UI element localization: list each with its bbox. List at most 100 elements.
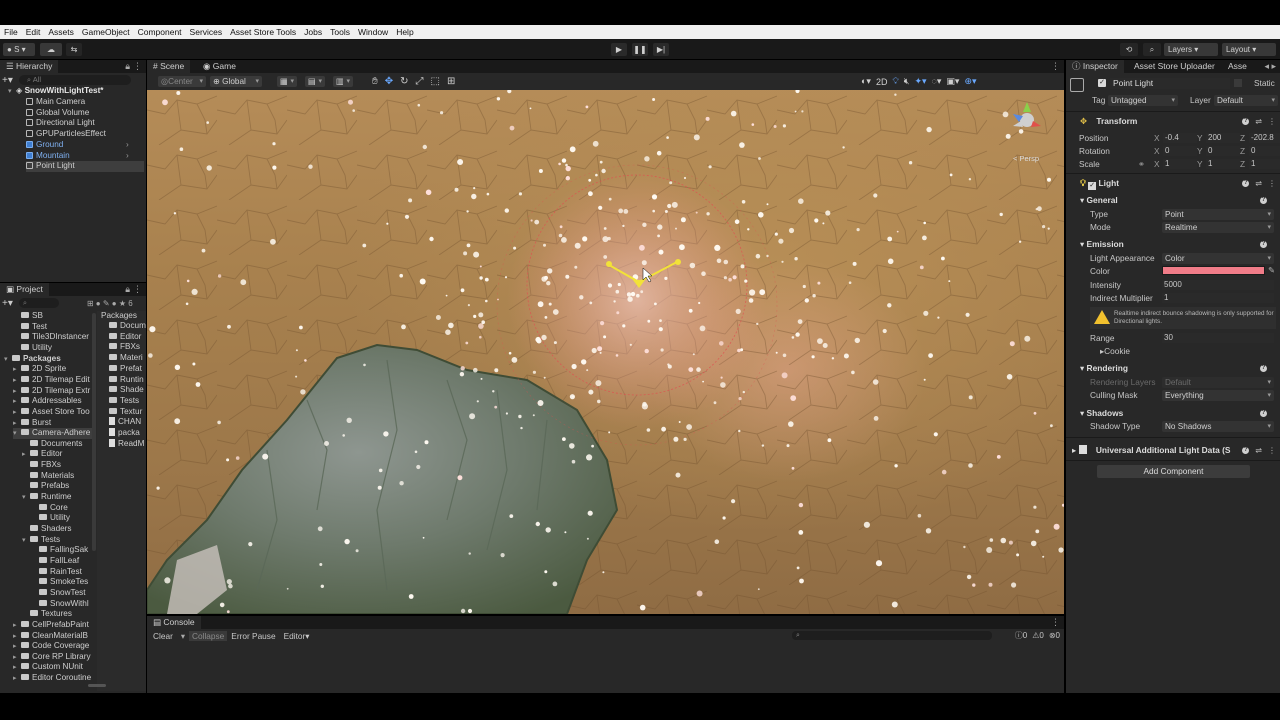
link-icon[interactable]: ⚭ xyxy=(1138,158,1145,170)
project-folder[interactable]: ▸ Custom NUnit xyxy=(13,662,83,673)
project-folder[interactable]: Core xyxy=(31,503,68,514)
lock-icon[interactable]: 🔒︎ xyxy=(125,61,130,72)
help-icon[interactable]: ? xyxy=(1260,197,1267,204)
project-folder[interactable]: ▸ Asset Store Too xyxy=(13,407,90,418)
hierarchy-item[interactable]: Global Volume xyxy=(26,108,89,119)
menu-item-file[interactable]: File xyxy=(0,25,22,39)
menu-item-help[interactable]: Help xyxy=(392,25,417,39)
prefab-open-icon[interactable]: › xyxy=(126,140,129,151)
general-foldout[interactable]: ▾ General xyxy=(1080,194,1118,207)
position-x-axis-label[interactable]: X xyxy=(1154,132,1160,144)
project-file[interactable]: CHAN xyxy=(109,417,141,428)
transform-header[interactable]: ✥ Transform xyxy=(1080,115,1137,128)
light-enabled-checkbox[interactable]: ✓ xyxy=(1088,182,1097,190)
tag-dropdown[interactable]: Untagged xyxy=(1108,95,1178,106)
project-folder[interactable]: Materi xyxy=(109,353,143,364)
position-z-field[interactable]: -202.8 xyxy=(1249,133,1280,143)
scale-x-field[interactable]: 1 xyxy=(1163,159,1197,169)
type-dropdown[interactable]: Point xyxy=(1162,209,1274,220)
rotation-x-field[interactable]: 0 xyxy=(1163,146,1197,156)
indirect-field[interactable]: 1 xyxy=(1162,293,1274,303)
project-folder[interactable]: FallLeaf xyxy=(31,556,79,567)
history-icon[interactable]: ⟲ xyxy=(1120,43,1138,56)
project-folder[interactable]: ▸ 2D Tilemap Edit xyxy=(13,375,90,386)
project-folder[interactable]: ▸ Core RP Library xyxy=(13,652,91,663)
rotation-y-axis-label[interactable]: Y xyxy=(1197,145,1203,157)
range-field[interactable]: 30 xyxy=(1162,333,1274,343)
step-button[interactable]: ▶| xyxy=(653,43,669,56)
hierarchy-item[interactable]: Directional Light xyxy=(26,118,95,129)
project-folder[interactable]: Runtin xyxy=(109,375,144,386)
menu-item-services[interactable]: Services xyxy=(186,25,227,39)
pivot-center-dropdown[interactable]: ◎Center xyxy=(158,76,206,87)
clear-button[interactable]: Clear xyxy=(149,631,177,641)
tree-scrollbar[interactable] xyxy=(92,313,96,551)
tab-inspector[interactable]: ⓘ Inspector xyxy=(1066,60,1124,73)
menu-item-asset-store-tools[interactable]: Asset Store Tools xyxy=(226,25,300,39)
add-icon[interactable]: +▾ xyxy=(2,298,13,309)
project-folder[interactable]: SB xyxy=(13,311,43,322)
project-breadcrumb[interactable]: Packages xyxy=(101,311,137,322)
project-folder[interactable]: ▸ CleanMaterialB xyxy=(13,631,88,642)
appearance-dropdown[interactable]: Color xyxy=(1162,253,1274,264)
add-component-button[interactable]: Add Component xyxy=(1097,465,1250,478)
preset-icon[interactable]: ⇌ xyxy=(1255,117,1262,126)
project-folder[interactable]: Tile3DInstancer xyxy=(13,332,89,343)
project-folder[interactable]: SmokeTes xyxy=(31,577,88,588)
panel-menu-icon[interactable]: ⋮ xyxy=(1051,617,1060,628)
transform-tool-icon[interactable]: ⊞ xyxy=(447,76,455,87)
project-folder[interactable]: ▸ Burst xyxy=(13,418,51,429)
snap-increment-dropdown[interactable]: ▤ xyxy=(305,76,325,87)
layout-dropdown[interactable]: Layout ▾ xyxy=(1222,43,1276,56)
culling-mask-dropdown[interactable]: Everything xyxy=(1162,390,1274,401)
tab-nav-icon[interactable]: ◂ ▸ xyxy=(1264,61,1276,72)
zoom-slider[interactable] xyxy=(88,684,106,687)
color-swatch[interactable] xyxy=(1162,266,1265,275)
collab-icon[interactable]: ⇆ xyxy=(66,43,82,56)
component-menu-icon[interactable]: ⋮ xyxy=(1268,446,1276,455)
help-icon[interactable]: ? xyxy=(1260,410,1267,417)
project-folder[interactable]: ▾ Packages xyxy=(4,354,61,365)
search-icon[interactable]: ⌕ xyxy=(1143,43,1161,56)
hierarchy-item[interactable]: Main Camera xyxy=(26,97,85,108)
help-icon[interactable]: ? xyxy=(1260,241,1267,248)
play-button[interactable]: ▶ xyxy=(611,43,627,56)
project-folder[interactable]: Editor xyxy=(109,332,141,343)
menu-item-gameobject[interactable]: GameObject xyxy=(78,25,134,39)
mode-dropdown[interactable]: Realtime xyxy=(1162,222,1274,233)
rect-tool-icon[interactable]: ⬚ xyxy=(430,76,439,87)
project-folder[interactable]: ▸ Addressables xyxy=(13,396,82,407)
help-icon[interactable]: ? xyxy=(1242,118,1250,125)
hierarchy-item[interactable]: Mountain › xyxy=(26,151,129,162)
menu-item-window[interactable]: Window xyxy=(354,25,392,39)
project-folder[interactable]: ▸ Editor xyxy=(22,449,62,460)
component-menu-icon[interactable]: ⋮ xyxy=(1268,179,1276,188)
help-icon[interactable]: ? xyxy=(1242,180,1250,187)
menu-item-assets[interactable]: Assets xyxy=(44,25,78,39)
add-icon[interactable]: +▾ xyxy=(2,75,13,86)
chevron-down-icon[interactable]: ▾ xyxy=(22,536,30,547)
project-file[interactable]: ReadM xyxy=(109,438,144,450)
hidden-objects-icon[interactable]: ◌▾ xyxy=(932,76,942,87)
preset-icon[interactable]: ⇌ xyxy=(1255,446,1262,455)
collapse-button[interactable]: Collapse xyxy=(189,631,228,641)
project-folder[interactable]: SnowWithl xyxy=(31,599,89,610)
active-checkbox[interactable]: ✓ xyxy=(1098,79,1106,87)
project-folder[interactable]: Tests xyxy=(109,396,139,407)
intensity-field[interactable]: 5000 xyxy=(1162,280,1274,290)
persp-label[interactable]: < Persp xyxy=(1013,154,1039,163)
cookie-foldout[interactable]: ▸Cookie xyxy=(1100,345,1130,357)
emission-foldout[interactable]: ▾ Emission xyxy=(1080,238,1124,251)
project-folder[interactable]: FBXs xyxy=(22,460,61,471)
project-folder[interactable]: FBXs xyxy=(109,342,140,353)
scale-x-axis-label[interactable]: X xyxy=(1154,158,1160,170)
scene-viewport[interactable]: < Persp xyxy=(147,90,1064,614)
project-folder[interactable]: ▸ 2D Tilemap Extr xyxy=(13,386,90,397)
shadows-foldout[interactable]: ▾ Shadows xyxy=(1080,407,1123,420)
tab-console[interactable]: ▤ Console xyxy=(147,616,201,629)
rotation-z-field[interactable]: 0 xyxy=(1249,146,1280,156)
project-folder[interactable]: ▸ 2D Sprite xyxy=(13,364,66,375)
hierarchy-item[interactable]: Point Light xyxy=(26,161,144,172)
hierarchy-item[interactable]: GPUParticlesEffect xyxy=(26,129,106,140)
tab-asset-store[interactable]: Asse xyxy=(1222,60,1253,73)
